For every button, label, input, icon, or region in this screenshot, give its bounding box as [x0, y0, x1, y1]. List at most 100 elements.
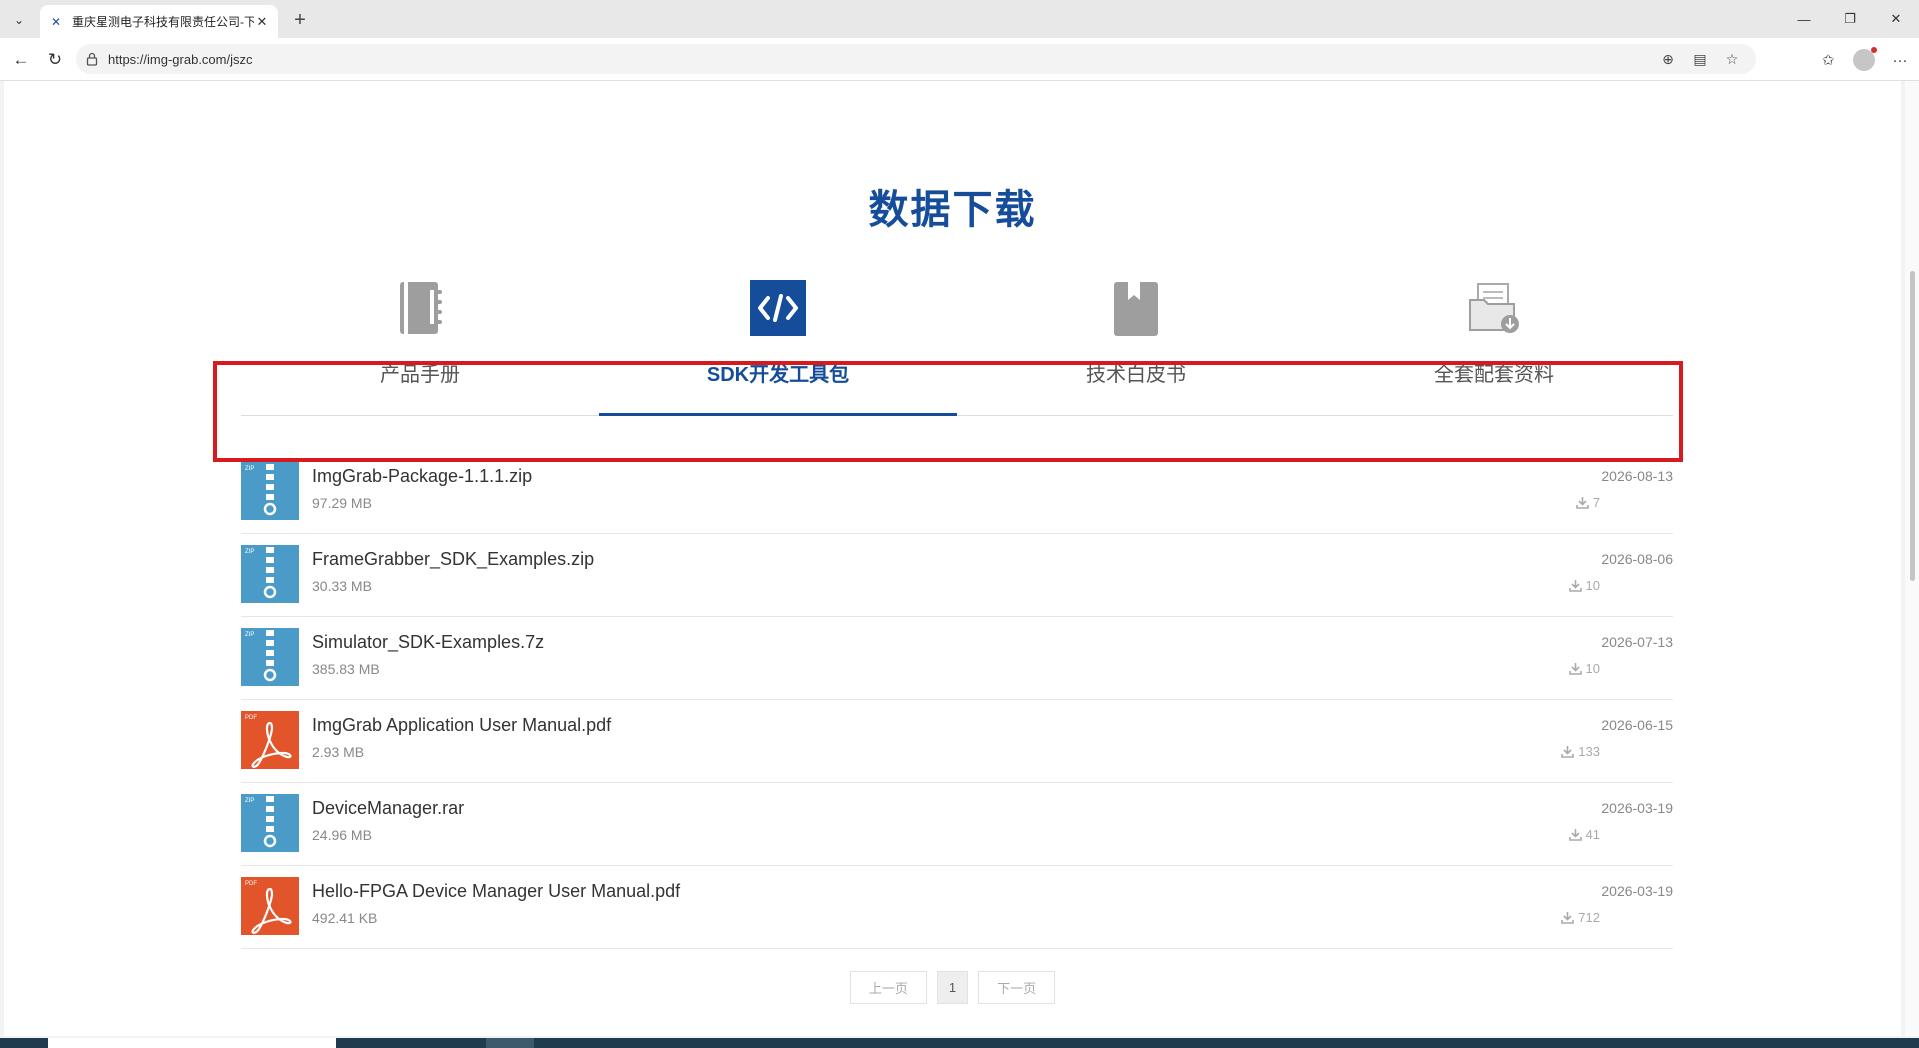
zip-file-icon: ZIP	[241, 545, 299, 603]
download-icon	[1575, 497, 1589, 509]
file-row[interactable]: ZIP DeviceManager.rar 24.96 MB 2026-03-19 41	[241, 783, 1673, 866]
minimize-icon[interactable]: —	[1781, 0, 1827, 38]
category-tabs: 产品手册 SDK开发工具包 技术白皮书 全套配套资料	[241, 278, 1673, 416]
download-icon	[1561, 746, 1575, 758]
favorite-star-icon[interactable]: ☆	[1722, 49, 1742, 69]
file-size: 30.33 MB	[312, 578, 372, 594]
file-list: ZIP ImgGrab-Package-1.1.1.zip 97.29 MB 2026…	[241, 451, 1673, 949]
file-date: 2026-08-13	[1601, 468, 1673, 484]
prev-page-button[interactable]: 上一页	[849, 971, 927, 1004]
svg-text:PDF: PDF	[245, 715, 257, 721]
next-page-button[interactable]: 下一页	[978, 971, 1056, 1004]
tab-sdk[interactable]: SDK开发工具包	[599, 278, 957, 416]
window-controls: — ❐ ✕	[1781, 0, 1919, 38]
tab-product-manual[interactable]: 产品手册	[241, 278, 599, 415]
download-count[interactable]: 133	[1561, 744, 1600, 759]
download-count-value: 41	[1585, 827, 1600, 842]
file-name-link[interactable]: Hello-FPGA Device Manager User Manual.pd…	[312, 881, 680, 902]
zoom-icon[interactable]: ⊕	[1658, 49, 1678, 69]
file-name-link[interactable]: ImgGrab Application User Manual.pdf	[312, 715, 611, 736]
download-count[interactable]: 10	[1568, 661, 1600, 676]
restore-icon[interactable]: ❐	[1827, 0, 1873, 38]
new-tab-plus-icon[interactable]: +	[288, 8, 312, 32]
download-icon	[1561, 912, 1575, 924]
file-size: 24.96 MB	[312, 827, 372, 843]
svg-text:ZIP: ZIP	[245, 549, 254, 555]
download-count-value: 10	[1585, 661, 1600, 676]
file-date: 2026-06-15	[1601, 717, 1673, 733]
reader-mode-icon[interactable]: ▤	[1690, 49, 1710, 69]
download-count[interactable]: 7	[1575, 495, 1600, 510]
file-size: 97.29 MB	[312, 495, 372, 511]
download-count[interactable]: 41	[1568, 827, 1600, 842]
back-arrow-icon[interactable]: ←	[8, 47, 34, 73]
url-text: https://img-grab.com/jszc	[108, 51, 253, 67]
pdf-file-icon: PDF	[241, 711, 299, 769]
download-count[interactable]: 10	[1568, 578, 1600, 593]
download-count-value: 7	[1592, 495, 1600, 510]
file-row[interactable]: PDF ImgGrab Application User Manual.pdf 2.…	[241, 700, 1673, 783]
favorites-icon[interactable]: ✩	[1815, 47, 1841, 73]
file-date: 2026-08-06	[1601, 551, 1673, 567]
file-date: 2026-07-13	[1601, 634, 1673, 650]
tab-label: SDK开发工具包	[706, 364, 850, 386]
notebook-icon	[400, 282, 442, 334]
file-date: 2026-03-19	[1601, 883, 1673, 899]
pdf-file-icon: PDF	[241, 877, 299, 935]
reload-icon[interactable]: ↻	[42, 47, 68, 73]
tab-title: 重庆星测电子科技有限责任公司-下	[72, 15, 254, 29]
os-taskbar	[0, 1038, 1919, 1048]
pagination: 上一页 1 下一页	[4, 971, 1901, 1004]
file-row[interactable]: ZIP ImgGrab-Package-1.1.1.zip 97.29 MB 2026…	[241, 451, 1673, 534]
omnibox-actions: ⊕ ▤ ☆	[1658, 49, 1742, 69]
folder-download-icon	[1469, 283, 1519, 333]
file-size: 385.83 MB	[312, 661, 380, 677]
file-date: 2026-03-19	[1601, 800, 1673, 816]
page-title: 数据下载	[868, 188, 1037, 232]
page-number-button[interactable]: 1	[936, 971, 969, 1004]
page-viewport: 数据下载 产品手册 SDK开发工具包 技术白皮书 全套配套资料 ZIP ImgG…	[4, 81, 1901, 1036]
site-favicon-icon: ✕	[50, 14, 62, 29]
zip-file-icon: ZIP	[241, 794, 299, 852]
tab-label: 技术白皮书	[1086, 364, 1186, 386]
download-count-value: 712	[1578, 910, 1600, 925]
tab-close-icon[interactable]: ✕	[254, 14, 270, 30]
download-count[interactable]: 712	[1561, 910, 1600, 925]
browser-window: ⌄ ✕ 重庆星测电子科技有限责任公司-下 ✕ + — ❐ ✕ ← ↻ https…	[0, 0, 1919, 1048]
file-name-link[interactable]: FrameGrabber_SDK_Examples.zip	[312, 549, 594, 570]
zip-file-icon: ZIP	[241, 462, 299, 520]
file-name-link[interactable]: Simulator_SDK-Examples.7z	[312, 632, 544, 653]
toolbar-actions: ✩ ···	[1815, 47, 1913, 73]
download-count-value: 10	[1585, 578, 1600, 593]
taskbar-item[interactable]	[486, 1038, 534, 1048]
page-scrollbar[interactable]	[1905, 81, 1919, 1036]
download-count-value: 133	[1578, 744, 1600, 759]
tab-strip: ⌄ ✕ 重庆星测电子科技有限责任公司-下 ✕ + — ❐ ✕	[0, 0, 1919, 38]
address-bar[interactable]: https://img-grab.com/jszc ⊕ ▤ ☆	[76, 44, 1756, 74]
file-row[interactable]: ZIP Simulator_SDK-Examples.7z 385.83 MB 202…	[241, 617, 1673, 700]
svg-text:ZIP: ZIP	[245, 466, 254, 472]
browser-toolbar: ← ↻ https://img-grab.com/jszc ⊕ ▤ ☆ ✩ ··…	[0, 38, 1919, 81]
taskbar-item[interactable]	[48, 1038, 336, 1048]
bookmark-book-icon	[1114, 282, 1158, 336]
download-icon	[1568, 663, 1582, 675]
tab-label: 全套配套资料	[1434, 364, 1554, 386]
profile-avatar-icon[interactable]	[1851, 47, 1877, 73]
file-name-link[interactable]: DeviceManager.rar	[312, 798, 464, 819]
tab-list-chevron-down-icon[interactable]: ⌄	[6, 7, 32, 33]
more-menu-icon[interactable]: ···	[1887, 47, 1913, 73]
zip-file-icon: ZIP	[241, 628, 299, 686]
file-size: 2.93 MB	[312, 744, 365, 760]
svg-text:ZIP: ZIP	[245, 632, 254, 638]
code-icon	[750, 280, 806, 336]
tab-whitepaper[interactable]: 技术白皮书	[957, 278, 1315, 415]
tab-full-materials[interactable]: 全套配套资料	[1315, 278, 1673, 415]
file-name-link[interactable]: ImgGrab-Package-1.1.1.zip	[312, 466, 532, 487]
tab-label: 产品手册	[380, 364, 460, 386]
file-row[interactable]: ZIP FrameGrabber_SDK_Examples.zip 30.33 MB…	[241, 534, 1673, 617]
browser-tab[interactable]: ✕ 重庆星测电子科技有限责任公司-下 ✕	[40, 5, 278, 38]
close-window-icon[interactable]: ✕	[1873, 0, 1919, 38]
scrollbar-thumb[interactable]	[1910, 271, 1915, 581]
file-row[interactable]: PDF Hello-FPGA Device Manager User Manual…	[241, 866, 1673, 949]
site-info-icon[interactable]	[86, 52, 98, 66]
